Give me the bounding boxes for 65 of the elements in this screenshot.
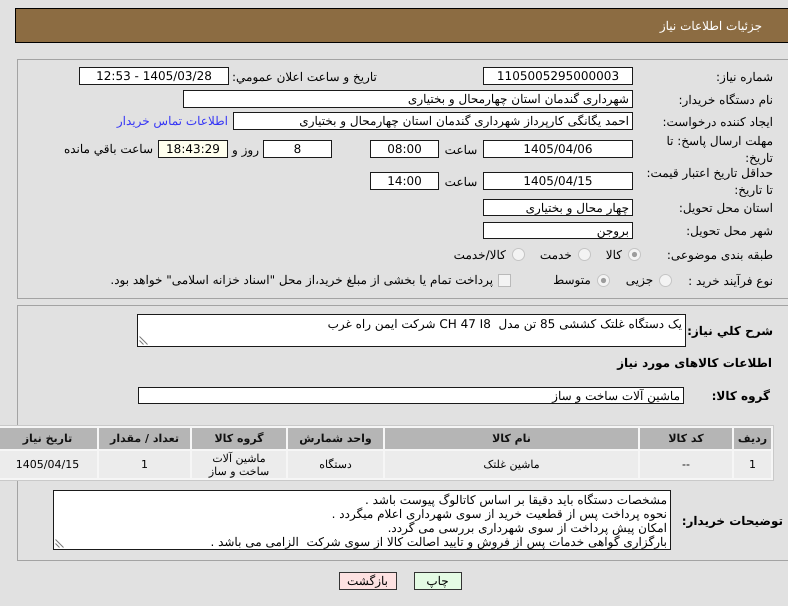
remaining-time-field[interactable]: 18:43:29	[158, 140, 228, 158]
goods-group-field[interactable]: ماشین آلات ساخت و ساز	[138, 387, 684, 404]
table-cell: ماشین آلات ساخت و ساز	[192, 451, 286, 478]
days-field[interactable]: 8	[263, 140, 332, 158]
field-label: شهر محل تحویل:	[686, 224, 773, 238]
radio-label: کالا/خدمت	[454, 248, 506, 262]
notes-textarea[interactable]: مشخصات دستگاه باید دقیقا بر اساس کاتالوگ پیوست باشد . نحوه پرداخت پس از قطعیت خرید از سوی شهرداری اعلام میگردد . امکان پیش پرداخت از سوی شهرداری بررسی می گردد. بارگزاری گواهی خدمات پس از فروش و تایید اصالت کالا از سوی شرکت الزامی می باشد .	[53, 490, 671, 550]
radio-label: متوسط	[553, 273, 591, 287]
field-label: گروه کالا:	[712, 389, 770, 403]
print-button[interactable]: چاپ	[414, 572, 462, 590]
buyer-name-field[interactable]: شهرداری گندمان استان چهارمحال و بختیاری	[183, 90, 633, 108]
field-label: شرح کلي نیاز:	[687, 324, 773, 338]
resize-grip-icon[interactable]	[55, 539, 64, 548]
radio-label: خدمت	[540, 248, 572, 262]
column-header: نام کالا	[385, 428, 638, 449]
field-label: نام دستگاه خریدار:	[678, 92, 773, 106]
table-cell: 1	[99, 451, 190, 478]
field-label: استان محل تحویل:	[678, 201, 773, 215]
date-field[interactable]: 1405/04/15	[483, 172, 633, 190]
need-number-field[interactable]: 1105005295000003	[483, 67, 633, 85]
checkbox-label: پرداخت تمام یا بخشی از مبلغ خرید،از محل "اسناد خزانه اسلامی" خواهد بود.	[110, 273, 494, 287]
time-field[interactable]: 14:00	[370, 172, 439, 190]
column-header: تعداد / مقدار	[99, 428, 190, 449]
field-label: ایجاد کننده درخواست:	[662, 114, 773, 128]
field-label: ساعت باقي مانده	[64, 142, 153, 156]
radio-button[interactable]	[578, 248, 591, 261]
field-label: طبقه بندی موضوعی:	[666, 248, 773, 262]
radio-button[interactable]	[659, 274, 672, 286]
table-cell: --	[640, 451, 732, 478]
page-title: جزئیات اطلاعات نیاز	[660, 18, 762, 32]
description-textarea[interactable]: یک دستگاه غلتک کششی 85 تن مدل CH 47 I8 شرکت ایمن راه غرب	[137, 314, 686, 347]
field-label: حداقل تاریخ اعتبار قیمت: تا تاریخ:	[646, 166, 773, 197]
announce-date-field[interactable]: 1405/03/28 - 12:53	[79, 67, 229, 85]
field-label: شماره نیاز:	[716, 70, 773, 84]
province-field[interactable]: چهار محال و بختیاری	[483, 199, 633, 216]
city-field[interactable]: بروجن	[483, 222, 633, 238]
date-field[interactable]: 1405/04/06	[483, 140, 633, 158]
radio-button[interactable]	[512, 248, 525, 261]
column-header: واحد شمارش	[288, 428, 383, 449]
requester-field[interactable]: احمد یگانگی کارپرداز شهرداری گندمان استان چهارمحال و بختیاری	[233, 112, 633, 130]
column-header: ردیف	[734, 428, 771, 449]
table-cell: ماشین غلتک	[385, 451, 638, 478]
field-label: مهلت ارسال پاسخ: تا تاریخ:	[666, 134, 773, 165]
field-label: ساعت	[444, 174, 478, 188]
resize-grip-icon[interactable]	[139, 336, 148, 345]
checkbox[interactable]	[498, 274, 512, 286]
field-label: توضیحات خریدار:	[682, 514, 783, 528]
time-field[interactable]: 08:00	[370, 140, 439, 158]
field-label: ساعت	[444, 142, 478, 156]
radio-label: جزیی	[626, 273, 654, 287]
column-header: تاریخ نیاز	[0, 428, 97, 449]
contact-info-link[interactable]: اطلاعات تماس خریدار	[116, 114, 228, 128]
radio-label: کالا	[606, 248, 622, 262]
column-header: گروه کالا	[192, 428, 286, 449]
column-header: کد کالا	[640, 428, 732, 449]
table-cell: 1	[734, 451, 771, 478]
table-cell: دستگاه	[288, 451, 383, 478]
table-cell: 1405/04/15	[0, 451, 97, 478]
section-title: اطلاعات کالاهای مورد نیاز	[617, 356, 772, 370]
back-button[interactable]: بازگشت	[338, 572, 396, 590]
field-label: روز و	[232, 142, 259, 156]
field-label: تاریخ و ساعت اعلان عمومي:	[232, 70, 377, 84]
radio-button[interactable]	[596, 274, 610, 286]
radio-button[interactable]	[628, 248, 641, 261]
field-label: نوع فرآیند خرید :	[688, 274, 773, 288]
